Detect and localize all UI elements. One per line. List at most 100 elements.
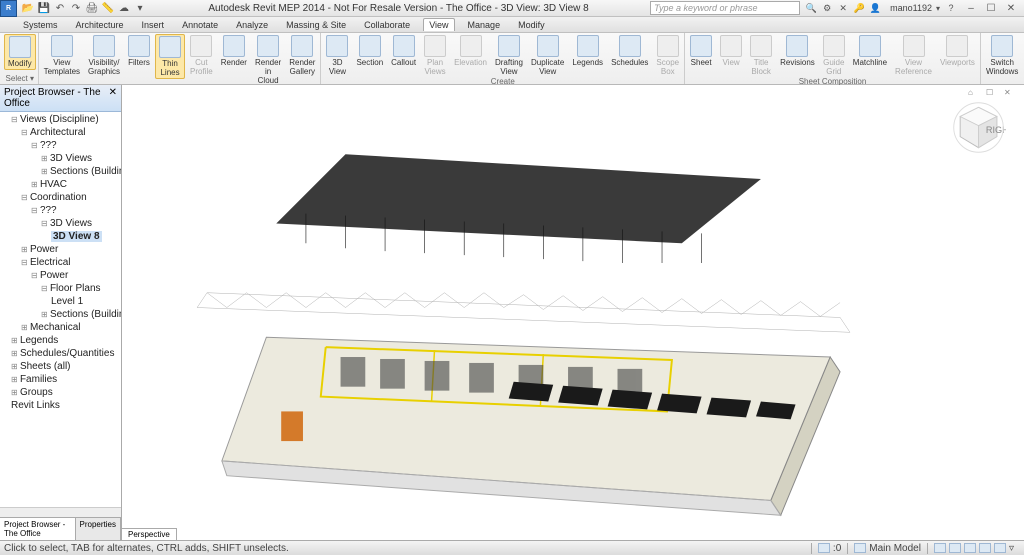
filter-dropdown-icon[interactable]: ▿ (1009, 543, 1014, 554)
tab-massing-site[interactable]: Massing & Site (281, 19, 351, 31)
tab-manage[interactable]: Manage (463, 19, 506, 31)
tree-item-legends[interactable]: Legends (11, 334, 120, 347)
ribbon-switch-windows-button[interactable]: Switch Windows (983, 34, 1021, 77)
status-tools: ▿ (927, 543, 1020, 554)
tree-item-electrical[interactable]: ElectricalPowerFloor PlansLevel 1Section… (21, 256, 120, 321)
tree-item-3d-view-8[interactable]: 3D View 8 (51, 230, 120, 243)
qat-redo-icon[interactable]: ↷ (69, 1, 83, 15)
tree-item-level-1[interactable]: Level 1 (51, 295, 120, 308)
ribbon-thin-lines-button[interactable]: Thin Lines (155, 34, 185, 79)
ribbon-legends-button[interactable]: Legends (569, 34, 606, 68)
tree-item-sheets-all-[interactable]: Sheets (all) (11, 360, 120, 373)
tab-architecture[interactable]: Architecture (71, 19, 129, 31)
tree-item-coordination[interactable]: Coordination???3D Views3D View 8 (21, 191, 120, 243)
visibility-graphics-icon (93, 35, 115, 57)
tree-item-families[interactable]: Families (11, 373, 120, 386)
ribbon-button-label: Section (356, 58, 383, 67)
qat-measure-icon[interactable]: 📏 (101, 1, 115, 15)
user-label[interactable]: mano1192 (890, 3, 932, 13)
ribbon-callout-button[interactable]: Callout (388, 34, 419, 68)
browser-close-icon[interactable]: ✕ (109, 87, 117, 109)
tree-item-mechanical[interactable]: Mechanical (21, 321, 120, 334)
tab-view[interactable]: View (423, 18, 454, 31)
filter-icon[interactable] (949, 543, 961, 553)
viewport-tab-perspective[interactable]: Perspective (122, 529, 177, 540)
ribbon-revisions-button[interactable]: Revisions (777, 34, 818, 68)
tab-modify[interactable]: Modify (513, 19, 550, 31)
minimize-icon[interactable]: – (962, 1, 980, 15)
tree-item-3d-views[interactable]: 3D Views (41, 152, 120, 165)
ribbon-group-graphics: View TemplatesVisibility/ GraphicsFilter… (39, 33, 322, 84)
search-icon[interactable]: 🔍 (804, 1, 818, 15)
ribbon-visibility-graphics-button[interactable]: Visibility/ Graphics (85, 34, 123, 77)
ribbon-modify-button[interactable]: Modify (4, 34, 36, 70)
app-icon[interactable]: R (0, 0, 17, 17)
ribbon-section-button[interactable]: Section (353, 34, 386, 68)
tree-item-hvac[interactable]: HVAC (31, 178, 120, 191)
user-dropdown-icon[interactable]: ▾ (936, 4, 940, 13)
tree-item-label: Families (20, 374, 57, 385)
exchange-icon[interactable]: ✕ (836, 1, 850, 15)
qat-dropdown-icon[interactable]: ▾ (133, 1, 147, 15)
qat-open-icon[interactable]: 📂 (21, 1, 35, 15)
ribbon-render-button[interactable]: Render (218, 34, 250, 68)
key-icon[interactable]: 🔑 (852, 1, 866, 15)
tab-annotate[interactable]: Annotate (177, 19, 223, 31)
tree-item--[interactable]: ???3D ViewsSections (Building Sectio (31, 139, 120, 178)
ribbon-filters-button[interactable]: Filters (125, 34, 153, 68)
thin-lines-icon (159, 36, 181, 58)
qat-print-icon[interactable]: 🖨 (85, 1, 99, 15)
tree-item-groups[interactable]: Groups (11, 386, 120, 399)
ribbon-group-sheet-composition: SheetViewTitle BlockRevisionsGuide GridM… (685, 33, 981, 84)
status-worksets[interactable]: :0 (811, 543, 847, 554)
maximize-icon[interactable]: ☐ (982, 1, 1000, 15)
tab-collaborate[interactable]: Collaborate (359, 19, 415, 31)
ribbon-duplicate-view-button[interactable]: Duplicate View (528, 34, 567, 77)
tree-item-power[interactable]: PowerFloor PlansLevel 1Sections (Buildin… (31, 269, 120, 321)
tree-item-schedules-quantities[interactable]: Schedules/Quantities (11, 347, 120, 360)
tab-analyze[interactable]: Analyze (231, 19, 273, 31)
tab-insert[interactable]: Insert (137, 19, 170, 31)
viewport-3d[interactable]: ⌂ ☐ ✕ RIGHT (122, 85, 1024, 540)
drag-icon[interactable] (994, 543, 1006, 553)
ribbon-render-in-cloud-button[interactable]: Render in Cloud (252, 34, 284, 86)
subscription-icon[interactable]: ⚙ (820, 1, 834, 15)
tree-item-sections-building-sectio[interactable]: Sections (Building Sectio (41, 308, 120, 321)
qat-undo-icon[interactable]: ↶ (53, 1, 67, 15)
tree-item-revit-links[interactable]: Revit Links (11, 399, 120, 412)
browser-tab-1[interactable]: Properties (76, 518, 121, 540)
ribbon-matchline-button[interactable]: Matchline (850, 34, 890, 68)
close-icon[interactable]: ✕ (1002, 1, 1020, 15)
tree-item-sections-building-sectio[interactable]: Sections (Building Sectio (41, 165, 120, 178)
tree-item-floor-plans[interactable]: Floor PlansLevel 1 (41, 282, 120, 308)
link-icon[interactable] (964, 543, 976, 553)
browser-tab-0[interactable]: Project Browser - The Office (0, 518, 76, 540)
ribbon-view-templates-button[interactable]: View Templates (41, 34, 83, 77)
ribbon-drafting-view-button[interactable]: Drafting View (492, 34, 526, 77)
browser-header[interactable]: Project Browser - The Office ✕ (0, 85, 121, 112)
qat-cloud-icon[interactable]: ☁ (117, 1, 131, 15)
qat-save-icon[interactable]: 💾 (37, 1, 51, 15)
help-icon[interactable]: ? (944, 1, 958, 15)
pin-icon[interactable] (979, 543, 991, 553)
ribbon-schedules-button[interactable]: Schedules (608, 34, 651, 68)
tree-item--[interactable]: ???3D Views3D View 8 (31, 204, 120, 243)
ribbon-render-gallery-button[interactable]: Render Gallery (286, 34, 318, 77)
workset-icon (818, 543, 830, 553)
browser-tree[interactable]: Views (Discipline)Architectural???3D Vie… (0, 112, 121, 507)
status-model[interactable]: Main Model (847, 543, 927, 554)
ribbon--d-view-button[interactable]: 3D View (323, 34, 351, 77)
tree-item-label: Legends (20, 335, 58, 346)
browser-scrollbar-h[interactable] (0, 507, 121, 517)
search-input[interactable]: Type a keyword or phrase (650, 1, 800, 15)
tree-item-architectural[interactable]: Architectural???3D ViewsSections (Buildi… (21, 126, 120, 191)
ribbon-button-label: Cut Profile (190, 58, 213, 76)
tab-systems[interactable]: Systems (18, 19, 63, 31)
tree-item-views-discipline-[interactable]: Views (Discipline)Architectural???3D Vie… (11, 113, 120, 334)
browser-tabs: Project Browser - The OfficeProperties (0, 517, 121, 540)
tree-item-power[interactable]: Power (21, 243, 120, 256)
tree-item-3d-views[interactable]: 3D Views3D View 8 (41, 217, 120, 243)
select-icon[interactable] (934, 543, 946, 553)
ribbon-sheet-button[interactable]: Sheet (687, 34, 715, 68)
signin-icon[interactable]: 👤 (868, 1, 882, 15)
